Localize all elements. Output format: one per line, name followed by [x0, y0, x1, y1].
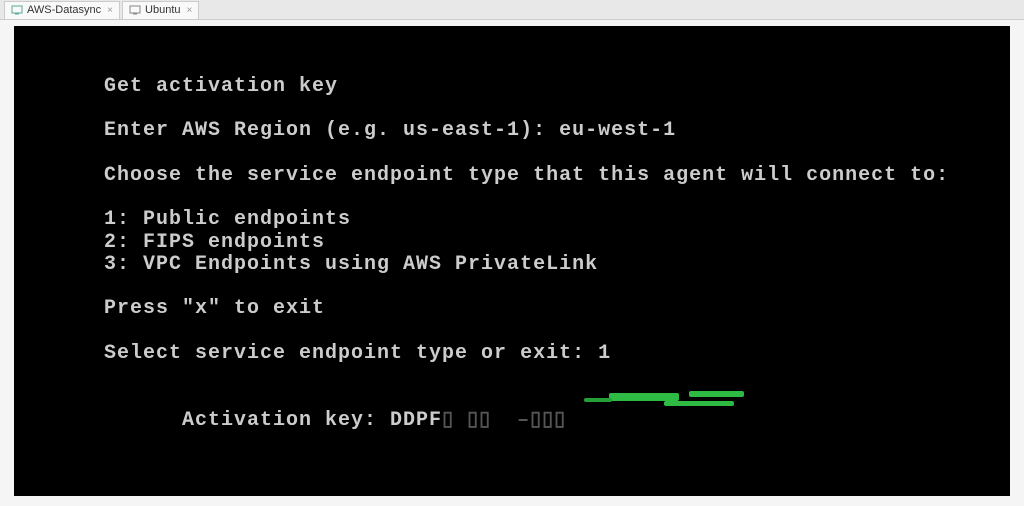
- option-3: 3: VPC Endpoints using AWS PrivateLink: [104, 254, 1010, 276]
- close-icon[interactable]: ×: [187, 5, 193, 16]
- option-2: 2: FIPS endpoints: [104, 232, 1010, 254]
- select-prompt: Select service endpoint type or exit:: [104, 342, 598, 365]
- redaction-smear-icon: [584, 398, 612, 402]
- endpoint-prompt: Choose the service endpoint type that th…: [104, 165, 1010, 187]
- terminal[interactable]: Get activation key Enter AWS Region (e.g…: [14, 26, 1010, 496]
- close-icon[interactable]: ×: [107, 5, 113, 16]
- activation-key-label: Activation key:: [182, 409, 390, 432]
- activation-key-line: Activation key: DDPF▯ ▯▯ –▯▯▯: [104, 387, 1010, 496]
- tab-label: Ubuntu: [145, 4, 180, 16]
- vm-icon: [129, 4, 141, 16]
- terminal-title: Get activation key: [104, 76, 1010, 98]
- region-prompt: Enter AWS Region (e.g. us-east-1):: [104, 119, 559, 142]
- tab-ubuntu[interactable]: Ubuntu ×: [122, 1, 199, 19]
- option-1: 1: Public endpoints: [104, 209, 1010, 231]
- region-value: eu-west-1: [559, 119, 676, 142]
- activation-key-visible: DDPF: [390, 409, 442, 432]
- select-line: Select service endpoint type or exit: 1: [104, 343, 1010, 365]
- region-line: Enter AWS Region (e.g. us-east-1): eu-we…: [104, 120, 1010, 142]
- select-value: 1: [598, 342, 611, 365]
- vm-icon: [11, 4, 23, 16]
- tab-aws-datasync[interactable]: AWS-Datasync ×: [4, 1, 120, 19]
- terminal-wrapper: Get activation key Enter AWS Region (e.g…: [0, 20, 1024, 506]
- tab-label: AWS-Datasync: [27, 4, 101, 16]
- activation-key-redacted: ▯ ▯▯ –▯▯▯: [442, 409, 566, 432]
- redaction-smear-icon: [689, 391, 744, 397]
- tab-bar: AWS-Datasync × Ubuntu ×: [0, 0, 1024, 20]
- redaction-smear-icon: [609, 393, 679, 401]
- exit-hint: Press "x" to exit: [104, 298, 1010, 320]
- redaction-smear-icon: [664, 401, 734, 406]
